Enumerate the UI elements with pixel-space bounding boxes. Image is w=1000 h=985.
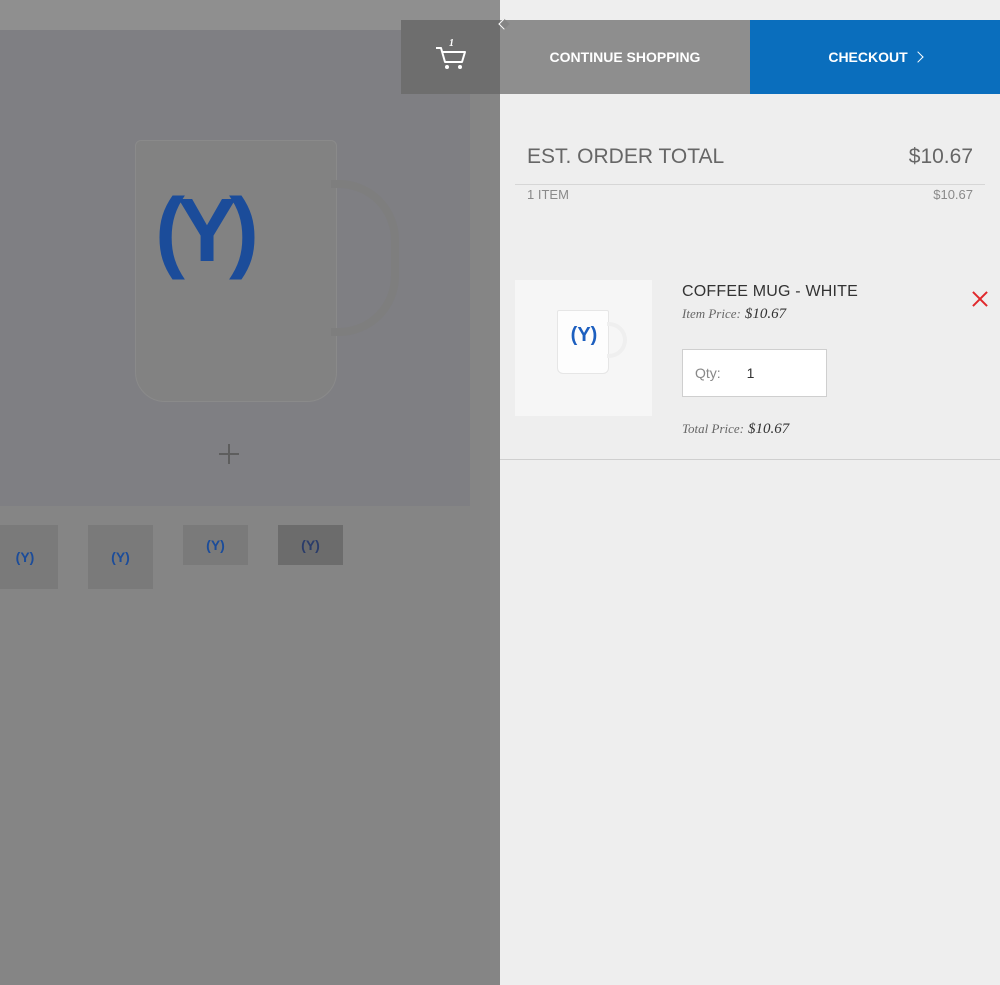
items-count-label: 1 ITEM xyxy=(527,187,569,202)
thumbnail-3[interactable]: (Y) xyxy=(183,525,248,565)
summary-divider xyxy=(515,184,985,185)
cart-toggle-button[interactable]: 1 xyxy=(401,20,500,94)
continue-shopping-button[interactable]: CONTINUE SHOPPING xyxy=(498,18,750,94)
zoom-plus-icon[interactable] xyxy=(219,444,239,464)
cart-count-badge: 1 xyxy=(449,38,454,49)
thumbnail-logo: (Y) xyxy=(111,549,130,565)
cart-item-price: Item Price: $10.67 xyxy=(682,305,786,323)
items-subtotal: $10.67 xyxy=(933,187,973,202)
quantity-label: Qty: xyxy=(695,365,721,381)
chevron-right-icon xyxy=(912,51,924,63)
cart-item-name[interactable]: COFFEE MUG - WHITE xyxy=(682,283,858,301)
continue-shopping-label: CONTINUE SHOPPING xyxy=(549,49,701,65)
total-price-label: Total Price: xyxy=(682,421,744,436)
cart-item-divider xyxy=(500,459,1000,460)
product-page-overlay[interactable]: (Y) (Y) (Y) (Y) (Y) 1 xyxy=(0,0,500,985)
order-total-row: EST. ORDER TOTAL $10.67 xyxy=(527,145,973,169)
checkout-label: CHECKOUT xyxy=(828,49,908,65)
mug-logo: (Y) xyxy=(570,324,598,346)
order-total-title: EST. ORDER TOTAL xyxy=(527,145,725,168)
remove-item-close-icon[interactable] xyxy=(971,290,989,308)
thumbnail-2[interactable]: (Y) xyxy=(88,525,153,589)
thumbnail-logo: (Y) xyxy=(206,537,225,553)
quantity-field[interactable]: Qty: xyxy=(682,349,827,397)
cart-panel: CONTINUE SHOPPING CHECKOUT EST. ORDER TO… xyxy=(498,0,1000,985)
product-logo: (Y) xyxy=(155,181,259,281)
thumbnail-4[interactable]: (Y) xyxy=(278,525,343,565)
items-count-row: 1 ITEM $10.67 xyxy=(527,187,973,202)
product-hero-image[interactable]: (Y) xyxy=(0,30,470,506)
chevron-left-icon xyxy=(498,18,510,30)
cart-item-total: Total Price: $10.67 xyxy=(682,420,789,438)
checkout-button[interactable]: CHECKOUT xyxy=(750,20,1000,94)
thumbnail-logo: (Y) xyxy=(15,549,35,565)
mug-handle xyxy=(607,322,627,358)
total-price-value: $10.67 xyxy=(748,421,790,437)
item-price-label: Item Price: xyxy=(682,306,741,321)
order-total-value: $10.67 xyxy=(908,145,973,168)
item-price-value: $10.67 xyxy=(744,306,787,322)
thumbnail-logo: (Y) xyxy=(301,537,320,553)
cart-item-image[interactable]: (Y) xyxy=(515,280,652,416)
quantity-input[interactable] xyxy=(744,364,809,382)
thumbnail-1[interactable]: (Y) xyxy=(0,525,58,589)
